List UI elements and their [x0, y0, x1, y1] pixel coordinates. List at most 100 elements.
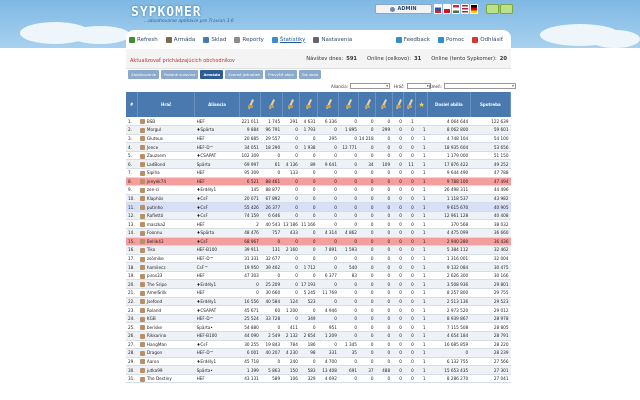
- unit-header[interactable]: [239, 92, 262, 117]
- table-row[interactable]: 24. KGB HEF-D™ 25 524 33 728 0 349 0 0 0 0 0 0 1 8 939…: [126, 314, 511, 324]
- tab-1[interactable]: Záložkovanie: [128, 70, 160, 79]
- table-row[interactable]: 20. The Sripo ♦Erdély1 0 25 209 0 17 193 0 0 0 0 0 0…: [126, 279, 511, 290]
- player-cell[interactable]: jutka99: [137, 365, 195, 375]
- table-row[interactable]: 22. Jsefond ♦Erdély1 16 556 40 584 124 523 0 0 0 0…: [126, 297, 511, 307]
- player-cell[interactable]: The Destiny: [137, 374, 195, 384]
- alliance-cell[interactable]: ♦CsF: [194, 211, 240, 221]
- alliance-cell[interactable]: ♦CsF: [194, 194, 240, 204]
- player-cell[interactable]: The Sripo: [137, 279, 195, 290]
- tool-icon[interactable]: [486, 4, 499, 14]
- table-row[interactable]: 14. Foonnu ♦Spärta 48 476 757 433 0 4 314 4 862 0…: [126, 228, 511, 238]
- table-row[interactable]: 6. LadBond Spärta 69 997 61 4 136 89 9 641 0 34 10…: [126, 159, 511, 169]
- alliance-cell[interactable]: HEF: [194, 374, 240, 384]
- table-row[interactable]: 3. Gluteus HEF 20 885 29 557 0 0 295 0 14 218 0 0 0 1…: [126, 134, 511, 144]
- unit-header[interactable]: [338, 92, 360, 117]
- alliance-cell[interactable]: ♦Spärta: [194, 228, 240, 238]
- player-cell[interactable]: AmeISrilk: [137, 288, 195, 298]
- table-row[interactable]: 9. zen-ci ♦Erdély1 145 88 877 0 0 0 0 0 0 0 0 1 26 498…: [126, 185, 511, 195]
- unit-header[interactable]: [299, 92, 319, 117]
- table-row[interactable]: 21. AmeISrilk HEF 0 30 660 0 5 245 11 769 0 0 0 0 0 1…: [126, 288, 511, 298]
- player-cell[interactable]: BSB: [137, 117, 195, 127]
- unit-header[interactable]: [375, 92, 393, 117]
- player-cell[interactable]: LadBond: [137, 159, 195, 169]
- alliance-cell[interactable]: HEF: [194, 177, 240, 187]
- player-cell[interactable]: Morgul: [137, 125, 195, 135]
- player-cell[interactable]: zsömike: [137, 254, 195, 264]
- alliance-cell[interactable]: ♦Erdély1: [194, 297, 240, 307]
- alliance-header[interactable]: Aliancia: [194, 92, 241, 117]
- player-cell[interactable]: Bellik43: [137, 237, 195, 247]
- nav-help[interactable]: Pomoc: [438, 36, 464, 43]
- table-row[interactable]: 4. Jence HEF-D™ 34 051 18 290 0 1 938 0 12 771 0 0…: [126, 142, 511, 152]
- player-header[interactable]: Hráč: [137, 92, 196, 117]
- player-cell[interactable]: Sipiha: [137, 168, 195, 178]
- player-cell[interactable]: zen-ci: [137, 185, 195, 195]
- player-cell[interactable]: Jsefond: [137, 297, 195, 307]
- app-logo[interactable]: SYPKOMER: [131, 5, 202, 20]
- table-row[interactable]: 5. Zauzsem ♦CSAPAT 102 309 0 0 0 0 0 0 0 0 0 1 1 179 0…: [126, 151, 511, 161]
- alliance-cell[interactable]: HEF: [194, 271, 240, 281]
- tribe-select[interactable]: ▾: [443, 83, 516, 89]
- alliance-cell[interactable]: ♦Erdély1: [194, 185, 240, 195]
- player-cell[interactable]: hamilecz: [137, 262, 195, 272]
- player-cell[interactable]: Klaphõs: [137, 194, 195, 204]
- player-cell[interactable]: beriske: [137, 322, 195, 332]
- alliance-cell[interactable]: ♦Spärta: [194, 125, 240, 135]
- alliance-cell[interactable]: HEF-B100: [194, 245, 240, 255]
- table-row[interactable]: 27. HangMan ♦CsF 30 255 19 843 784 186 0 1 345 0 0…: [126, 340, 511, 350]
- player-select[interactable]: ▾: [406, 83, 431, 89]
- player-cell[interactable]: putinho: [137, 202, 195, 212]
- tab-3[interactable]: Armáda: [200, 70, 224, 79]
- table-row[interactable]: 10. Klaphõs ♦CsF 20 071 67 892 0 0 0 0 0 0 0 0 1 1 118…: [126, 194, 511, 204]
- player-cell[interactable]: maszka2: [137, 219, 195, 229]
- alliance-cell[interactable]: HEF: [194, 168, 240, 178]
- player-cell[interactable]: KGB: [137, 314, 195, 324]
- nav-feedback[interactable]: Feedback: [395, 36, 430, 43]
- alliance-cell[interactable]: HEF-B100: [194, 331, 240, 341]
- alliance-select[interactable]: ▾: [350, 83, 391, 89]
- unit-header[interactable]: [358, 92, 377, 117]
- alliance-cell[interactable]: ♦CSAPAT: [194, 305, 240, 315]
- alliance-cell[interactable]: HEF-D™: [194, 314, 240, 324]
- tab-5[interactable]: Prevýšiť obiia: [265, 70, 297, 79]
- alliance-cell[interactable]: HEF-D™: [194, 254, 240, 264]
- alliance-cell[interactable]: HEF: [194, 134, 240, 144]
- table-row[interactable]: 23. Roland ♦CSAPAT 45 671 60 1 200 0 4 946 0 0 0 0 0…: [126, 305, 511, 315]
- player-cell[interactable]: Rikkarino: [137, 331, 195, 341]
- alliance-cell[interactable]: Spärta•: [194, 365, 240, 375]
- table-row[interactable]: 19. piros33 HEF 47 303 0 0 0 6 377 83 0 0 0 0 1 2 626 …: [126, 271, 511, 281]
- table-row[interactable]: 12. Raflettö ♦CsF 74 159 6 646 0 0 0 0 0 0 0 0 1 12 96…: [126, 211, 511, 221]
- player-cell[interactable]: Jence: [137, 142, 195, 152]
- nav-refresh[interactable]: Refresh: [129, 36, 158, 43]
- alliance-cell[interactable]: HEF: [194, 117, 240, 127]
- flag-hu-icon[interactable]: [452, 4, 460, 14]
- alliance-cell[interactable]: ♦Erdély1: [194, 357, 240, 367]
- flag-en-icon[interactable]: [461, 4, 469, 14]
- player-cell[interactable]: jenyek74: [137, 177, 195, 187]
- table-row[interactable]: 13. maszka2 HEF 2 40 543 13 186 11 166 0 0 0 0 0 0 1 3…: [126, 219, 511, 229]
- alliance-cell[interactable]: Spärta•: [194, 322, 240, 332]
- nav-army[interactable]: Armáda: [165, 36, 195, 43]
- table-row[interactable]: 18. hamilecz CsF™ 19 950 39 402 0 1 712 0 540 0 0 0…: [126, 262, 511, 272]
- table-row[interactable]: 26. Rikkarino HEF-B100 44 090 2 549 2 132 2 65…: [126, 331, 511, 341]
- food-consumption-header[interactable]: Spotreba: [470, 92, 512, 117]
- unit-header[interactable]: [260, 92, 283, 117]
- food-total-header[interactable]: Dosiel obilia: [427, 92, 471, 117]
- table-row[interactable]: 1. BSB HEF 221 011 1 745 291 4 631 6 336 0 0 0 0 1 4 …: [126, 117, 511, 127]
- table-row[interactable]: 30. jutka99 Spärta• 1 399 5 863 150 583 13 408 6…: [126, 365, 511, 375]
- flag-de-icon[interactable]: [470, 4, 478, 14]
- rank-header[interactable]: #: [126, 92, 139, 117]
- nav-logout[interactable]: Odhlásiť: [472, 36, 503, 43]
- player-cell[interactable]: Tiko: [137, 245, 195, 255]
- table-row[interactable]: 25. beriske Spärta• 54 880 0 411 0 951 0 0 0 0 0 1 7 1…: [126, 322, 511, 332]
- flag-cz-icon[interactable]: [443, 4, 451, 14]
- page-title[interactable]: Aktualizovať prichádzajúcich obchodníkov: [130, 58, 235, 64]
- player-cell[interactable]: Gluteus: [137, 134, 195, 144]
- player-cell[interactable]: Raflettö: [137, 211, 195, 221]
- nav-storage[interactable]: Sklad: [203, 36, 226, 43]
- player-cell[interactable]: Aaron: [137, 357, 195, 367]
- player-cell[interactable]: piros33: [137, 271, 195, 281]
- nav-settings[interactable]: Nastavenia: [313, 36, 352, 43]
- player-cell[interactable]: Roland: [137, 305, 195, 315]
- table-row[interactable]: 31. The Destiny HEF 43 131 589 106 329 4 692 0 0 0…: [126, 374, 511, 384]
